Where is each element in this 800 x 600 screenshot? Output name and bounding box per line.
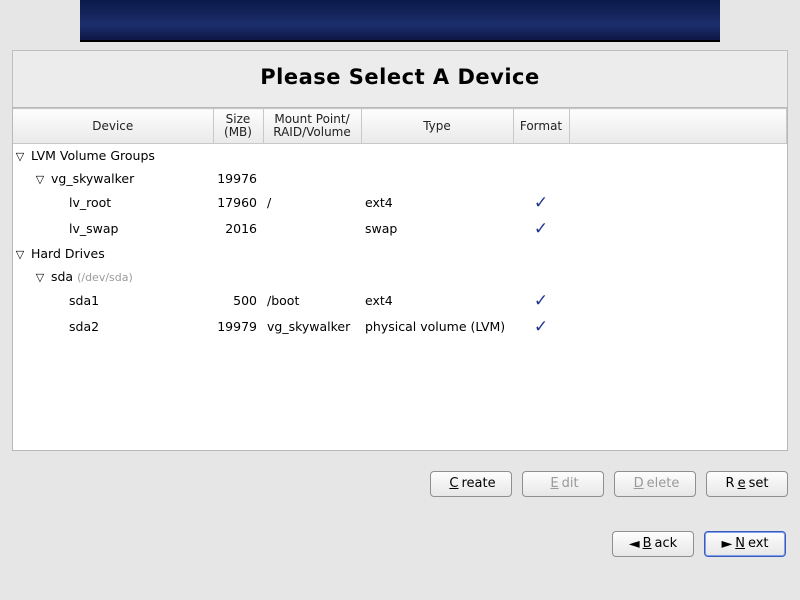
chevron-down-icon[interactable]: ▽ [15,150,25,163]
edit-button[interactable]: Edit [522,471,604,497]
nav-button-row: ◄Back ►Next [0,501,800,567]
part-type: physical volume (LVM) [361,314,513,340]
lv-mount: / [263,190,361,216]
disk-path: (/dev/sda) [77,271,133,284]
lv-size: 2016 [213,216,263,242]
lv-size: 17960 [213,190,263,216]
col-device[interactable]: Device [13,109,213,144]
check-icon: ✓ [534,219,548,239]
part-mount: /boot [263,288,361,314]
device-table[interactable]: Device Size (MB) Mount Point/ RAID/Volum… [12,107,788,451]
delete-button[interactable]: Delete [614,471,696,497]
check-icon: ✓ [534,291,548,311]
table-row[interactable]: lv_root 17960 / ext4 ✓ [13,190,787,216]
vg-size: 19976 [213,167,263,190]
action-button-row: Create Edit Delete Reset [0,461,800,501]
arrow-right-icon: ► [721,537,732,551]
col-spacer [569,109,787,144]
part-size: 19979 [213,314,263,340]
chevron-down-icon[interactable]: ▽ [35,271,45,284]
arrow-left-icon: ◄ [629,537,640,551]
col-type[interactable]: Type [361,109,513,144]
lv-mount [263,216,361,242]
tree-node-vg[interactable]: ▽ vg_skywalker 19976 [13,167,787,190]
group-label: Hard Drives [31,246,105,261]
device-frame: Please Select A Device Device Size (MB) … [12,50,788,451]
empty-space [13,340,787,450]
vg-name: vg_skywalker [51,171,134,186]
chevron-down-icon[interactable]: ▽ [35,173,45,186]
tree-group-hd[interactable]: ▽ Hard Drives [13,242,787,265]
lv-type: ext4 [361,190,513,216]
next-button[interactable]: ►Next [704,531,786,557]
lv-name: lv_root [13,190,213,216]
chevron-down-icon[interactable]: ▽ [15,248,25,261]
col-format[interactable]: Format [513,109,569,144]
create-button[interactable]: Create [430,471,512,497]
part-mount: vg_skywalker [263,314,361,340]
table-row[interactable]: lv_swap 2016 swap ✓ [13,216,787,242]
check-icon: ✓ [534,193,548,213]
table-row[interactable]: sda2 19979 vg_skywalker physical volume … [13,314,787,340]
part-type: ext4 [361,288,513,314]
reset-button[interactable]: Reset [706,471,788,497]
lv-name: lv_swap [13,216,213,242]
part-size: 500 [213,288,263,314]
tree-group-lvm[interactable]: ▽ LVM Volume Groups [13,144,787,167]
lv-type: swap [361,216,513,242]
part-name: sda1 [13,288,213,314]
page-title: Please Select A Device [13,65,787,89]
back-button[interactable]: ◄Back [612,531,694,557]
part-name: sda2 [13,314,213,340]
col-size[interactable]: Size (MB) [213,109,263,144]
disk-name: sda [51,269,73,284]
header-banner [80,0,720,42]
col-mount[interactable]: Mount Point/ RAID/Volume [263,109,361,144]
check-icon: ✓ [534,317,548,337]
tree-node-disk[interactable]: ▽ sda (/dev/sda) [13,265,787,288]
group-label: LVM Volume Groups [31,148,155,163]
table-row[interactable]: sda1 500 /boot ext4 ✓ [13,288,787,314]
